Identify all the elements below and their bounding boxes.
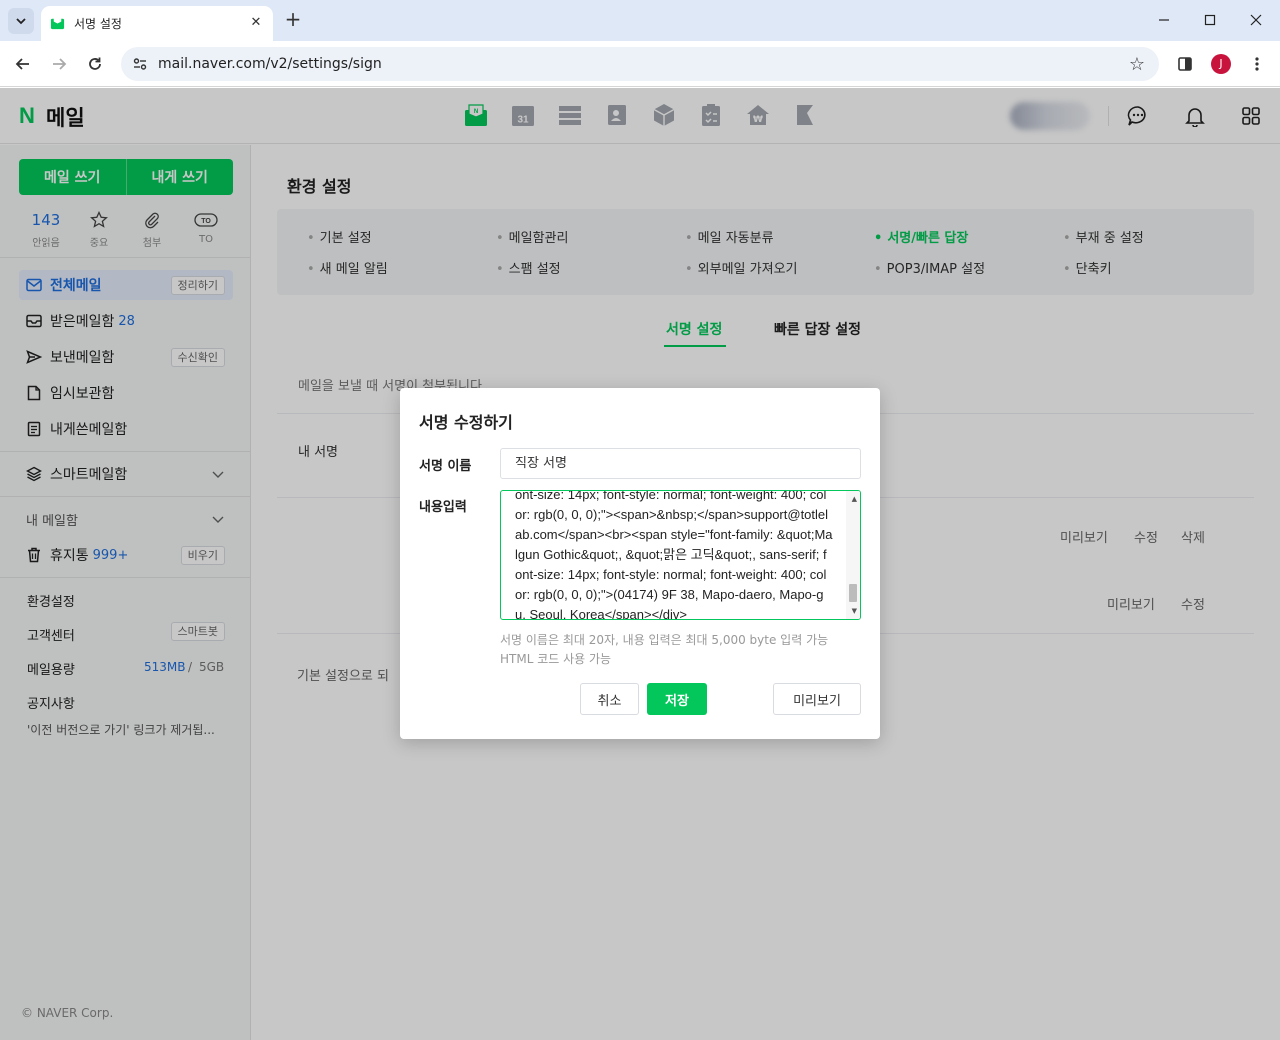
url-text: mail.naver.com/v2/settings/sign xyxy=(158,56,382,72)
maximize-icon[interactable] xyxy=(1198,9,1222,31)
signature-html-code: ont-size: 14px; font-style: normal; font… xyxy=(515,490,833,620)
minimize-icon[interactable] xyxy=(1152,9,1176,31)
profile-avatar[interactable]: J xyxy=(1211,54,1231,74)
tab-search-button[interactable] xyxy=(8,8,34,34)
browser-tab[interactable]: 서명 설정 ✕ xyxy=(41,6,273,41)
reload-icon[interactable] xyxy=(83,52,107,76)
close-tab-icon[interactable]: ✕ xyxy=(247,13,265,31)
content-input-label: 내용입력 xyxy=(419,500,467,515)
scroll-up-arrow-icon[interactable]: ▲ xyxy=(852,495,857,503)
tab-title: 서명 설정 xyxy=(74,17,122,31)
scroll-down-arrow-icon[interactable]: ▼ xyxy=(852,607,857,615)
naver-mail-favicon-icon xyxy=(50,16,65,30)
chevron-down-icon xyxy=(16,18,26,25)
signature-name-label: 서명 이름 xyxy=(419,459,472,474)
preview-button[interactable]: 미리보기 xyxy=(773,683,861,715)
new-tab-button[interactable]: + xyxy=(283,9,303,30)
kebab-menu-icon[interactable] xyxy=(1245,52,1269,76)
address-bar[interactable]: mail.naver.com/v2/settings/sign ☆ xyxy=(121,47,1159,81)
back-arrow-icon[interactable] xyxy=(11,52,35,76)
cancel-button[interactable]: 취소 xyxy=(580,683,639,715)
help-line-html: HTML 코드 사용 가능 xyxy=(500,652,612,666)
browser-tabstrip: 서명 설정 ✕ + xyxy=(0,0,1280,41)
save-button[interactable]: 저장 xyxy=(647,683,707,715)
browser-toolbar: mail.naver.com/v2/settings/sign ☆ J xyxy=(0,41,1280,87)
dialog-title: 서명 수정하기 xyxy=(419,413,513,432)
input-help-text: 서명 이름은 최대 20자, 내용 입력은 최대 5,000 byte 입력 가… xyxy=(500,631,828,669)
signature-name-input[interactable]: 직장 서명 xyxy=(500,448,861,479)
side-panel-icon[interactable] xyxy=(1173,52,1197,76)
scroll-thumb[interactable] xyxy=(849,584,857,602)
help-line-limits: 서명 이름은 최대 20자, 내용 입력은 최대 5,000 byte 입력 가… xyxy=(500,633,829,647)
edit-signature-dialog: 서명 수정하기 서명 이름 직장 서명 내용입력 ont-size: 14px;… xyxy=(400,388,880,739)
textarea-scrollbar[interactable]: ▲ ▼ xyxy=(846,491,860,619)
site-settings-icon[interactable] xyxy=(132,56,148,72)
bookmark-star-icon[interactable]: ☆ xyxy=(1129,54,1145,75)
close-window-icon[interactable] xyxy=(1244,9,1268,31)
signature-content-textarea[interactable]: ont-size: 14px; font-style: normal; font… xyxy=(500,490,861,620)
forward-arrow-icon[interactable] xyxy=(47,52,71,76)
